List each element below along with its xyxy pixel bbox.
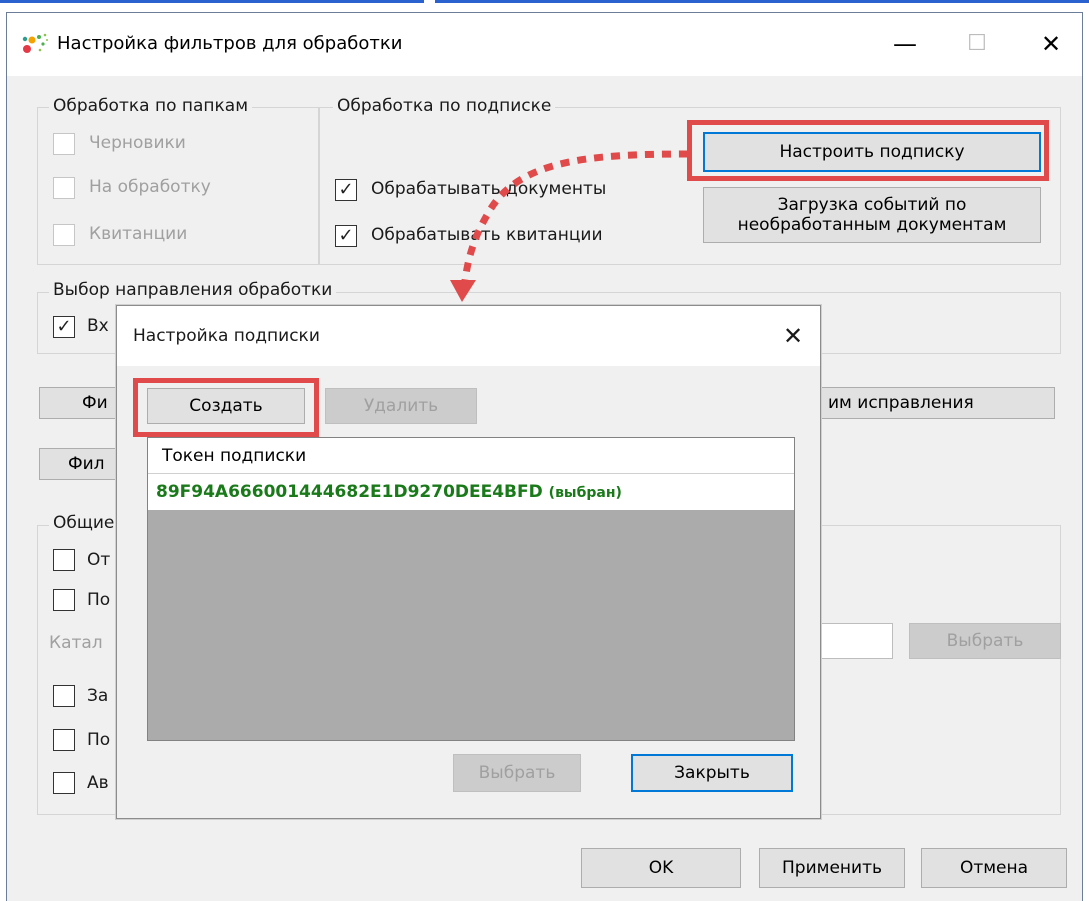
maximize-button[interactable]: ☐ bbox=[947, 21, 1007, 67]
token-list: Токен подписки 89F94A666001444682E1D9270… bbox=[147, 437, 795, 741]
checkbox-process-receipts[interactable]: ✓ bbox=[335, 225, 357, 247]
direction-group-label: Выбор направления обработки bbox=[49, 280, 337, 300]
dialog-close-button[interactable]: ✕ bbox=[775, 320, 811, 352]
checkbox-general-1[interactable] bbox=[53, 549, 75, 571]
minimize-button[interactable]: — bbox=[875, 21, 935, 67]
token-value: 89F94A666001444682E1D9270DEE4BFD bbox=[156, 482, 543, 502]
load-events-line2: необработанным документам bbox=[737, 215, 1007, 235]
checkbox-general-2[interactable] bbox=[53, 589, 75, 611]
filter-button-1-label: Фи bbox=[82, 393, 108, 413]
apply-button[interactable]: Применить bbox=[759, 848, 905, 888]
filter-button-2-label: Фил bbox=[68, 454, 105, 474]
general-group-label: Общие bbox=[49, 513, 119, 533]
window-title: Настройка фильтров для обработки bbox=[57, 33, 403, 54]
token-list-header: Токен подписки bbox=[148, 438, 794, 474]
catalog-label: Катал bbox=[49, 633, 103, 653]
app-logo-icon bbox=[22, 33, 48, 53]
label-general-4[interactable]: По bbox=[87, 730, 110, 750]
dialog-select-button[interactable]: Выбрать bbox=[453, 754, 581, 792]
checkbox-incoming[interactable]: ✓ bbox=[53, 316, 75, 338]
cancel-button[interactable]: Отмена bbox=[921, 848, 1067, 888]
load-events-line1: Загрузка событий по bbox=[777, 195, 967, 215]
label-to-process: На обработку bbox=[89, 177, 211, 197]
token-row[interactable]: 89F94A666001444682E1D9270DEE4BFD (выбран… bbox=[148, 474, 794, 510]
dialog-close-action-button[interactable]: Закрыть bbox=[631, 754, 793, 792]
ok-button[interactable]: OK bbox=[581, 848, 741, 888]
dialog-title-bar: Настройка подписки ✕ bbox=[117, 306, 820, 366]
folders-group-label: Обработка по папкам bbox=[49, 96, 253, 116]
checkbox-general-3[interactable] bbox=[53, 685, 75, 707]
subscription-group-label: Обработка по подписке bbox=[333, 96, 556, 116]
checkbox-to-process bbox=[53, 177, 75, 199]
delete-button[interactable]: Удалить bbox=[325, 388, 477, 424]
dotted-arrow bbox=[450, 150, 689, 302]
top-link-underline-right bbox=[435, 0, 1089, 3]
label-general-2[interactable]: По bbox=[87, 590, 110, 610]
checkbox-general-5[interactable] bbox=[53, 772, 75, 794]
subscription-dialog: Настройка подписки ✕ Создать Удалить Ток… bbox=[116, 305, 821, 819]
label-general-3[interactable]: За bbox=[87, 686, 108, 706]
close-button[interactable]: ✕ bbox=[1021, 21, 1081, 67]
dialog-title: Настройка подписки bbox=[133, 326, 320, 346]
checkbox-general-4[interactable] bbox=[53, 729, 75, 751]
checkbox-drafts bbox=[53, 133, 75, 155]
configure-subscription-button[interactable]: Настроить подписку bbox=[703, 132, 1041, 172]
label-incoming[interactable]: Вх bbox=[87, 316, 109, 336]
correction-mode-label: им исправления bbox=[828, 393, 974, 413]
label-receipts: Квитанции bbox=[89, 224, 188, 244]
token-selected-label: (выбран) bbox=[548, 485, 622, 501]
top-link-underline-left bbox=[0, 0, 424, 3]
catalog-select-button[interactable]: Выбрать bbox=[909, 623, 1061, 659]
create-button[interactable]: Создать bbox=[147, 388, 305, 424]
checkbox-process-documents[interactable]: ✓ bbox=[335, 179, 357, 201]
correction-mode-button[interactable]: им исправления bbox=[813, 387, 1055, 419]
load-events-button[interactable]: Загрузка событий по необработанным докум… bbox=[703, 187, 1041, 243]
label-general-1[interactable]: От bbox=[87, 550, 110, 570]
label-drafts: Черновики bbox=[89, 133, 186, 153]
title-bar: Настройка фильтров для обработки — ☐ ✕ bbox=[7, 13, 1082, 76]
label-general-5[interactable]: Ав bbox=[87, 773, 109, 793]
checkbox-receipts bbox=[53, 224, 75, 246]
